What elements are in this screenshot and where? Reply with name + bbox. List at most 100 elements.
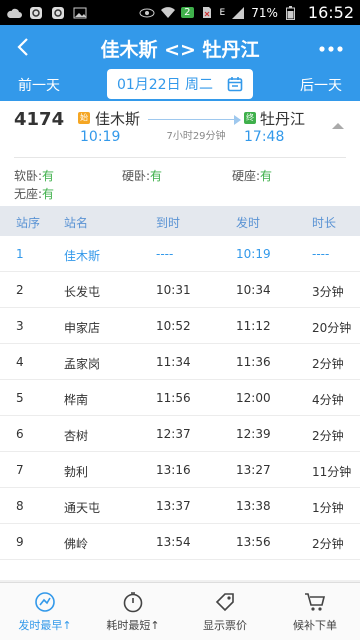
- seat-availability: 有: [260, 169, 273, 183]
- battery-percent: 71%: [251, 5, 278, 20]
- seat-availability: 有: [150, 169, 163, 183]
- prev-day-button[interactable]: 前一天: [18, 75, 60, 95]
- cell-seq: 1: [16, 247, 24, 261]
- sim-icon: [199, 6, 215, 20]
- cell-station: 杏树: [64, 429, 89, 443]
- seat-no-seat: 无座:有: [14, 185, 54, 202]
- seat-label: 无座:: [14, 187, 43, 201]
- cell-arrival: 11:34: [156, 355, 191, 369]
- table-row[interactable]: 4 孟家岗 11:34 11:36 2分钟: [0, 344, 360, 380]
- collapse-caret-icon[interactable]: [332, 123, 344, 129]
- seat-label: 硬卧:: [122, 169, 151, 183]
- notification-badge: 2: [181, 7, 194, 18]
- cell-station: 长发屯: [64, 285, 101, 299]
- origin-badge: 始: [78, 112, 90, 124]
- arrival-time: 17:48: [244, 129, 285, 145]
- cart-icon: [304, 591, 326, 613]
- cell-departure: 13:38: [236, 499, 271, 513]
- table-row[interactable]: 2 长发屯 10:31 10:34 3分钟: [0, 272, 360, 308]
- cell-seq: 9: [16, 535, 24, 549]
- cell-arrival: 13:37: [156, 499, 191, 513]
- network-type: E: [219, 7, 226, 18]
- bottom-nav: 发时最早↑ 耗时最短↑ 显示票价 候补下单: [0, 582, 360, 640]
- wifi-icon: [160, 6, 176, 20]
- train-number: 4174: [14, 109, 65, 130]
- earliest-departure-icon: [34, 591, 56, 613]
- next-day-button[interactable]: 后一天: [300, 75, 342, 95]
- status-bar: 2 E 71% 16:52: [0, 0, 360, 25]
- clock: 16:52: [307, 3, 354, 22]
- cell-stop: ----: [312, 247, 330, 261]
- nav-label: 耗时最短↑: [106, 619, 160, 632]
- nav-label: 候补下单: [293, 619, 337, 632]
- cell-station: 佛岭: [64, 537, 89, 551]
- table-row[interactable]: 7 勃利 13:16 13:27 11分钟: [0, 452, 360, 488]
- cell-station: 勃利: [64, 465, 89, 479]
- cell-arrival: 13:54: [156, 535, 191, 549]
- table-row[interactable]: 1 佳木斯 ---- 10:19 ----: [0, 236, 360, 272]
- cell-stop: 20分钟: [312, 321, 352, 335]
- destination-station: 牡丹江: [260, 110, 306, 128]
- seat-label: 硬座:: [232, 169, 261, 183]
- origin-station: 佳木斯: [95, 110, 141, 128]
- cell-station: 桦南: [64, 393, 89, 407]
- cell-departure: 13:56: [236, 535, 271, 549]
- nav-label: 显示票价: [203, 619, 247, 632]
- show-price-button[interactable]: 显示票价: [180, 583, 270, 640]
- cell-seq: 6: [16, 427, 24, 441]
- cell-seq: 4: [16, 355, 24, 369]
- cell-departure: 12:39: [236, 427, 271, 441]
- cell-stop: 2分钟: [312, 357, 344, 371]
- route-arrow-line: [148, 119, 240, 120]
- calendar-icon: [227, 76, 243, 92]
- cell-stop: 2分钟: [312, 429, 344, 443]
- table-row[interactable]: 9 佛岭 13:54 13:56 2分钟: [0, 524, 360, 560]
- cell-seq: 3: [16, 319, 24, 333]
- app-q-icon: [28, 6, 44, 20]
- eye-icon: [139, 6, 155, 20]
- cell-station: 申家店: [64, 321, 101, 335]
- cell-seq: 7: [16, 463, 24, 477]
- more-options-icon[interactable]: [318, 35, 344, 60]
- col-header-seq: 站序: [16, 216, 41, 230]
- cell-arrival: 13:16: [156, 463, 191, 477]
- cell-seq: 8: [16, 499, 24, 513]
- cell-seq: 5: [16, 391, 24, 405]
- sort-shortest-duration-button[interactable]: 耗时最短↑: [88, 583, 178, 640]
- col-header-stop: 时长: [312, 216, 337, 230]
- seat-availability: 有: [42, 169, 55, 183]
- terminal-badge: 终: [244, 112, 256, 124]
- signal-icon: [230, 6, 246, 20]
- table-row[interactable]: 5 桦南 11:56 12:00 4分钟: [0, 380, 360, 416]
- battery-icon: [283, 5, 299, 20]
- sort-earliest-departure-button[interactable]: 发时最早↑: [0, 583, 90, 640]
- date-selector[interactable]: 01月22日 周二: [107, 69, 253, 99]
- table-row[interactable]: 6 杏树 12:37 12:39 2分钟: [0, 416, 360, 452]
- timetable[interactable]: 1 佳木斯 ---- 10:19 ---- 2 长发屯 10:31 10:34 …: [0, 236, 360, 580]
- cell-arrival: 12:37: [156, 427, 191, 441]
- cell-station: 佳木斯: [64, 249, 101, 263]
- table-row[interactable]: 8 通天屯 13:37 13:38 1分钟: [0, 488, 360, 524]
- seat-label: 软卧:: [14, 169, 43, 183]
- app-q2-icon: [50, 6, 66, 20]
- seat-hard-sleeper: 硬卧:有: [122, 167, 162, 184]
- route-title: 佳木斯 <> 牡丹江: [100, 39, 260, 61]
- cell-arrival: 10:31: [156, 283, 191, 297]
- cell-departure: 13:27: [236, 463, 271, 477]
- cell-arrival: ----: [156, 247, 174, 261]
- cell-departure: 12:00: [236, 391, 271, 405]
- table-row[interactable]: 3 申家店 10:52 11:12 20分钟: [0, 308, 360, 344]
- app-header: 佳木斯 <> 牡丹江 前一天 01月22日 周二 后一天: [0, 25, 360, 101]
- cell-stop: 2分钟: [312, 537, 344, 551]
- image-icon: [72, 6, 88, 20]
- waitlist-order-button[interactable]: 候补下单: [270, 583, 360, 640]
- col-header-departure: 发时: [236, 216, 261, 230]
- travel-duration: 7小时29分钟: [166, 131, 226, 142]
- seat-availability: 有: [42, 187, 55, 201]
- train-summary[interactable]: 4174 始 佳木斯 10:19 7小时29分钟 终 牡丹江 17:48 软卧:…: [0, 101, 360, 206]
- seat-hard-seat: 硬座:有: [232, 167, 272, 184]
- col-header-arrival: 到时: [156, 216, 181, 230]
- cell-station: 通天屯: [64, 501, 101, 515]
- cell-departure: 10:19: [236, 247, 271, 261]
- divider: [14, 157, 346, 158]
